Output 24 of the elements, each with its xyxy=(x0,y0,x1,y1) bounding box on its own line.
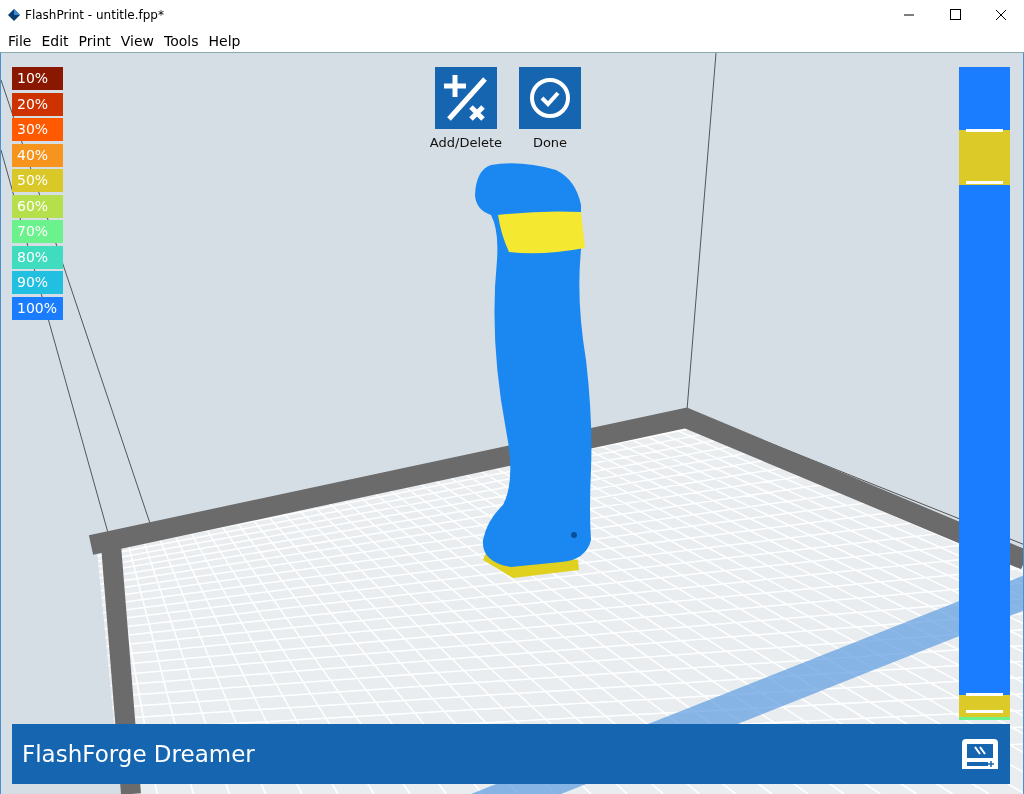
legend-swatch: 100% xyxy=(12,296,63,320)
legend-swatch: 30% xyxy=(12,118,63,141)
done-icon xyxy=(519,67,581,129)
add-delete-icon xyxy=(435,67,497,129)
printer-name: FlashForge Dreamer xyxy=(22,741,255,767)
menu-item[interactable]: Help xyxy=(203,33,246,49)
menu-item[interactable]: File xyxy=(3,33,37,49)
window-title: FlashPrint - untitle.fpp* xyxy=(25,8,165,22)
toolbar-button[interactable]: Add/Delete xyxy=(426,67,506,150)
printer-connection-icon[interactable] xyxy=(960,737,1000,771)
legend-swatch: 60% xyxy=(12,194,63,218)
menu-item[interactable]: View xyxy=(115,33,159,49)
menu-item[interactable]: Edit xyxy=(36,33,74,49)
legend-swatch: 50% xyxy=(12,169,63,192)
legend-swatch: 40% xyxy=(12,143,63,167)
legend-swatch: 70% xyxy=(12,220,63,243)
legend-swatch: 90% xyxy=(12,271,63,294)
menu-item[interactable]: Tools xyxy=(159,33,204,49)
legend-swatch: 10% xyxy=(12,67,63,90)
toolbar-button[interactable]: Done xyxy=(510,67,590,150)
app-logo-icon xyxy=(8,9,20,21)
menu-item[interactable]: Print xyxy=(73,33,116,49)
legend-swatch: 20% xyxy=(12,92,63,116)
legend-swatch: 80% xyxy=(12,245,63,269)
